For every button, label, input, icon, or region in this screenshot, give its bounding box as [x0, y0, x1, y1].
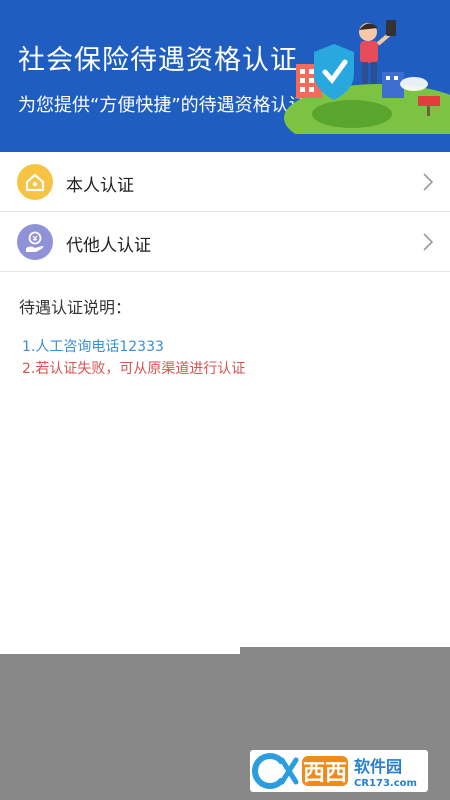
watermark-site: CR173.com [354, 778, 417, 789]
self-auth-item[interactable]: 本人认证 [0, 152, 450, 212]
watermark-brand: 西西 [303, 761, 347, 786]
header-banner: 社会保险待遇资格认证 为您提供“方便快捷”的待遇资格认证 [0, 0, 450, 152]
note-failure: 2.若认证失败，可从原渠道进行认证 [22, 361, 246, 377]
chevron-right-icon [423, 173, 434, 191]
page-subtitle: 为您提供“方便快捷”的待遇资格认证 [18, 95, 307, 116]
page-title: 社会保险待遇资格认证 [18, 45, 298, 76]
proxy-auth-label: 代他人认证 [66, 236, 151, 256]
notes-title: 待遇认证说明： [19, 298, 132, 317]
note-hotline: 1.人工咨询电话12333 [22, 339, 164, 355]
self-auth-label: 本人认证 [66, 176, 134, 196]
hand-yuan-icon [17, 224, 53, 260]
chevron-right-icon [423, 233, 434, 251]
watermark-logo: 西西 软件园 CR173.com [250, 750, 428, 792]
bottom-overlay-left [0, 654, 240, 800]
proxy-auth-item[interactable]: 代他人认证 [0, 212, 450, 272]
watermark-brand2: 软件园 [354, 757, 402, 776]
home-icon [17, 164, 53, 200]
banner-illustration [284, 20, 450, 134]
